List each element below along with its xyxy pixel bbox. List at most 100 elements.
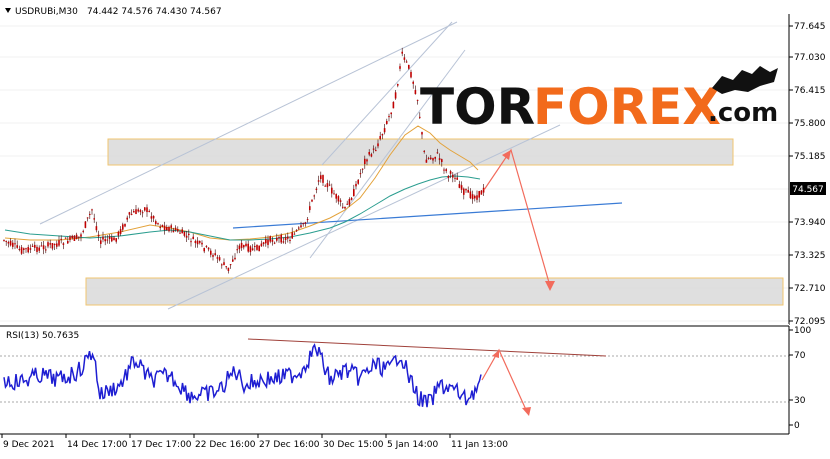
candle-body — [179, 232, 181, 234]
candle-body — [467, 189, 469, 193]
candle-body — [238, 245, 241, 250]
candle-body — [353, 189, 355, 197]
candle-body — [361, 168, 364, 170]
candle-body — [203, 248, 205, 252]
candle-body — [273, 242, 276, 244]
symbol-label: USDRUBi,M30 — [15, 7, 78, 17]
candle-body — [47, 242, 49, 247]
candle-body — [199, 240, 201, 243]
candle-body — [401, 51, 403, 54]
candle-body — [465, 189, 467, 191]
candle-body — [161, 224, 164, 227]
candle-body — [348, 199, 351, 205]
candle-body — [412, 81, 414, 84]
price-tick-label: 75.185 — [794, 152, 826, 162]
candle-body — [221, 264, 223, 266]
candle-body — [188, 233, 190, 236]
candle-body — [51, 243, 54, 249]
candle-body — [346, 203, 348, 205]
candle-body — [102, 236, 104, 240]
candle-body — [124, 223, 126, 227]
logo-text-tor: TOR — [420, 78, 535, 136]
candle-body — [168, 226, 170, 232]
candle-body — [438, 158, 441, 161]
candle-body — [482, 187, 485, 193]
current-price-label: 74.567 — [792, 185, 824, 195]
candle-body — [181, 229, 183, 234]
price-tick-label: 75.800 — [794, 119, 826, 129]
candle-body — [214, 253, 216, 255]
candle-body — [64, 237, 67, 239]
candle-body — [152, 215, 155, 219]
candle-body — [141, 212, 144, 214]
logo-text-com: .com — [708, 98, 778, 128]
candle-body — [284, 237, 287, 241]
candle-body — [458, 184, 461, 188]
candle-body — [298, 227, 300, 229]
price-tick-label: 72.710 — [794, 284, 826, 294]
candle-body — [225, 266, 227, 268]
candle-body — [159, 227, 161, 229]
candle-body — [146, 207, 148, 213]
time-tick-label: 22 Dec 16:00 — [195, 440, 256, 450]
candle-body — [91, 209, 93, 211]
candle-body — [276, 237, 278, 241]
candle-body — [370, 154, 373, 157]
candle-body — [326, 183, 329, 188]
candle-body — [328, 184, 331, 186]
candle-body — [247, 243, 249, 252]
candle-body — [236, 249, 238, 251]
candle-body — [71, 235, 73, 239]
candle-body — [423, 150, 425, 152]
candle-body — [58, 240, 60, 246]
candle-body — [306, 219, 309, 221]
candle-body — [249, 246, 252, 253]
candle-body — [265, 239, 267, 244]
candle-body — [368, 151, 370, 155]
ohlc-values: 74.442 74.576 74.430 74.567 — [87, 7, 222, 17]
candle-body — [89, 213, 91, 215]
candle-body — [223, 262, 225, 266]
candle-body — [80, 234, 82, 237]
candle-body — [350, 198, 353, 200]
candle-body — [104, 239, 106, 242]
candle-body — [256, 244, 258, 250]
candle-body — [139, 210, 142, 213]
candle-body — [390, 112, 392, 115]
price-chart[interactable]: 77.645 77.030 76.415 75.800 75.185 73.940 73.3… — [0, 0, 830, 455]
candle-body — [93, 218, 95, 220]
candle-body — [108, 236, 111, 239]
candle-body — [53, 243, 56, 246]
candle-body — [9, 240, 12, 246]
candle-body — [135, 209, 137, 215]
rsi-tick-label: 70 — [794, 351, 806, 361]
candle-body — [60, 238, 62, 240]
candle-body — [445, 169, 447, 172]
candle-body — [113, 237, 115, 241]
resistance-zone — [107, 138, 734, 166]
candle-body — [375, 150, 377, 152]
rsi-tick-label: 100 — [794, 326, 811, 336]
candle-body — [331, 187, 333, 194]
candle-body — [267, 239, 269, 245]
chart-window: 77.645 77.030 76.415 75.800 75.185 73.940 73.3… — [0, 0, 830, 455]
support-zone — [85, 277, 784, 306]
candle-body — [427, 157, 430, 159]
candle-body — [269, 236, 271, 242]
candle-body — [14, 243, 16, 245]
candle-body — [260, 243, 263, 247]
candle-body — [40, 245, 43, 247]
candle-body — [434, 156, 436, 159]
candle-body — [229, 264, 232, 266]
candle-body — [449, 171, 452, 174]
candle-body — [436, 152, 439, 154]
candle-body — [82, 230, 84, 232]
candle-body — [218, 257, 221, 261]
candle-body — [317, 180, 320, 182]
candle-body — [155, 221, 157, 224]
candle-body — [12, 242, 14, 247]
candle-body — [78, 236, 80, 238]
time-tick-label: 9 Dec 2021 — [3, 440, 55, 450]
candle-body — [5, 240, 7, 242]
candle-body — [111, 237, 113, 242]
